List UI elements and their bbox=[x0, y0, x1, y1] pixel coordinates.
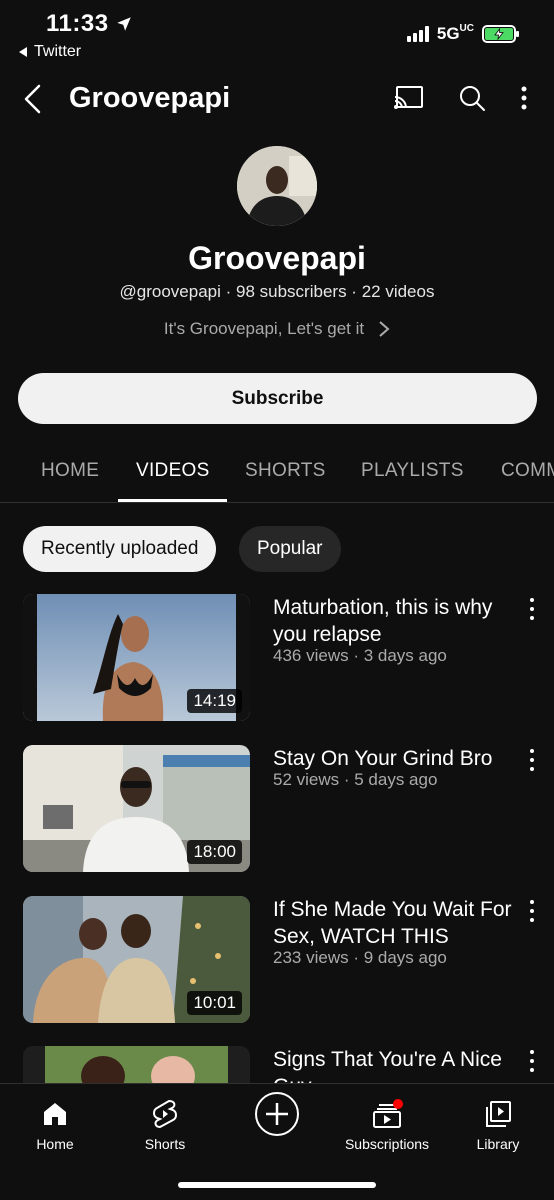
tab-playlists[interactable]: PLAYLISTS bbox=[361, 460, 464, 482]
video-title[interactable]: Maturbation, this is why you relapse bbox=[273, 594, 518, 648]
search-icon bbox=[460, 86, 485, 111]
back-to-app-link[interactable]: Twitter bbox=[18, 43, 81, 61]
more-vert-icon bbox=[521, 86, 527, 110]
avatar-photo bbox=[237, 146, 317, 226]
video-duration: 14:19 bbox=[187, 689, 242, 713]
top-app-bar: Groovepapi bbox=[0, 72, 554, 128]
video-more-button[interactable] bbox=[522, 749, 542, 771]
back-triangle-icon bbox=[19, 47, 27, 57]
nav-subscriptions-label: Subscriptions bbox=[344, 1136, 430, 1152]
home-indicator bbox=[178, 1182, 376, 1188]
video-count: 22 videos bbox=[361, 282, 435, 301]
channel-tagline[interactable]: It's Groovepapi, Let's get it bbox=[0, 319, 554, 339]
subscriptions-icon bbox=[373, 1099, 403, 1128]
back-arrow-icon bbox=[24, 84, 41, 114]
chip-recently-uploaded[interactable]: Recently uploaded bbox=[23, 526, 217, 572]
video-more-button[interactable] bbox=[522, 1050, 542, 1072]
signal-icon bbox=[406, 26, 429, 42]
cast-button[interactable] bbox=[394, 85, 424, 116]
create-icon bbox=[255, 1092, 299, 1136]
nav-shorts[interactable]: Shorts bbox=[110, 1092, 220, 1152]
nav-home[interactable]: Home bbox=[0, 1092, 110, 1152]
video-meta: 436 views · 3 days ago bbox=[273, 646, 447, 665]
video-more-button[interactable] bbox=[522, 900, 542, 922]
tab-shorts[interactable]: SHORTS bbox=[245, 460, 326, 482]
video-item[interactable]: 14:19 Maturbation, this is why you relap… bbox=[0, 594, 554, 722]
nav-home-label: Home bbox=[36, 1136, 74, 1152]
nav-shorts-label: Shorts bbox=[144, 1136, 186, 1152]
tab-community[interactable]: COMM bbox=[501, 460, 554, 482]
video-title[interactable]: Stay On Your Grind Bro bbox=[273, 745, 518, 772]
video-meta: 52 views · 5 days ago bbox=[273, 770, 438, 789]
home-icon bbox=[44, 1103, 66, 1125]
tab-videos[interactable]: VIDEOS bbox=[136, 460, 210, 482]
header-title: Groovepapi bbox=[69, 82, 231, 114]
active-tab-indicator bbox=[118, 499, 227, 502]
nav-library-label: Library bbox=[476, 1136, 520, 1152]
status-indicators: 5GUC bbox=[406, 23, 519, 44]
chip-popular[interactable]: Popular bbox=[239, 526, 341, 572]
tagline-text: It's Groovepapi, Let's get it bbox=[163, 319, 365, 338]
video-thumbnail[interactable]: 14:19 bbox=[23, 594, 250, 721]
video-more-button[interactable] bbox=[522, 598, 542, 620]
channel-name: Groovepapi bbox=[188, 240, 366, 276]
subscriber-count: 98 subscribers bbox=[236, 282, 347, 301]
nav-subscriptions[interactable]: Subscriptions bbox=[332, 1092, 442, 1152]
status-time: 11:33 bbox=[46, 10, 133, 38]
video-item[interactable]: 10:01 If She Made You Wait For Sex, WATC… bbox=[0, 896, 554, 1024]
subscribe-button[interactable]: Subscribe bbox=[18, 373, 537, 424]
video-duration: 10:01 bbox=[187, 991, 242, 1015]
chevron-right-icon bbox=[379, 321, 390, 337]
network-label: 5GUC bbox=[436, 23, 474, 44]
nav-library[interactable]: Library bbox=[443, 1092, 553, 1152]
video-duration: 18:00 bbox=[187, 840, 242, 864]
shorts-icon bbox=[153, 1099, 177, 1129]
status-bar: 11:33 Twitter 5GUC bbox=[0, 0, 554, 64]
video-item[interactable]: 18:00 Stay On Your Grind Bro 52 views · … bbox=[0, 745, 554, 873]
channel-handle: @groovepapi bbox=[119, 282, 221, 301]
video-meta: 233 views · 9 days ago bbox=[273, 948, 447, 967]
back-button[interactable] bbox=[22, 84, 44, 119]
video-thumbnail[interactable]: 10:01 bbox=[23, 896, 250, 1023]
nav-create[interactable] bbox=[222, 1092, 332, 1136]
video-thumbnail[interactable]: 18:00 bbox=[23, 745, 250, 872]
cast-icon bbox=[394, 86, 423, 109]
channel-avatar[interactable] bbox=[237, 146, 317, 226]
battery-icon bbox=[482, 25, 519, 43]
charging-bolt-icon bbox=[494, 28, 504, 40]
channel-tabs: HOME VIDEOS SHORTS PLAYLISTS COMM bbox=[0, 440, 554, 503]
time-text: 11:33 bbox=[46, 10, 109, 37]
search-button[interactable] bbox=[458, 84, 486, 117]
location-arrow-icon bbox=[116, 17, 131, 31]
channel-meta: @groovepapi · 98 subscribers · 22 videos bbox=[119, 282, 435, 301]
library-icon bbox=[486, 1101, 511, 1127]
more-options-button[interactable] bbox=[520, 85, 528, 116]
video-title[interactable]: If She Made You Wait For Sex, WATCH THIS bbox=[273, 896, 518, 950]
tab-home[interactable]: HOME bbox=[41, 460, 99, 482]
back-app-label: Twitter bbox=[34, 43, 82, 60]
